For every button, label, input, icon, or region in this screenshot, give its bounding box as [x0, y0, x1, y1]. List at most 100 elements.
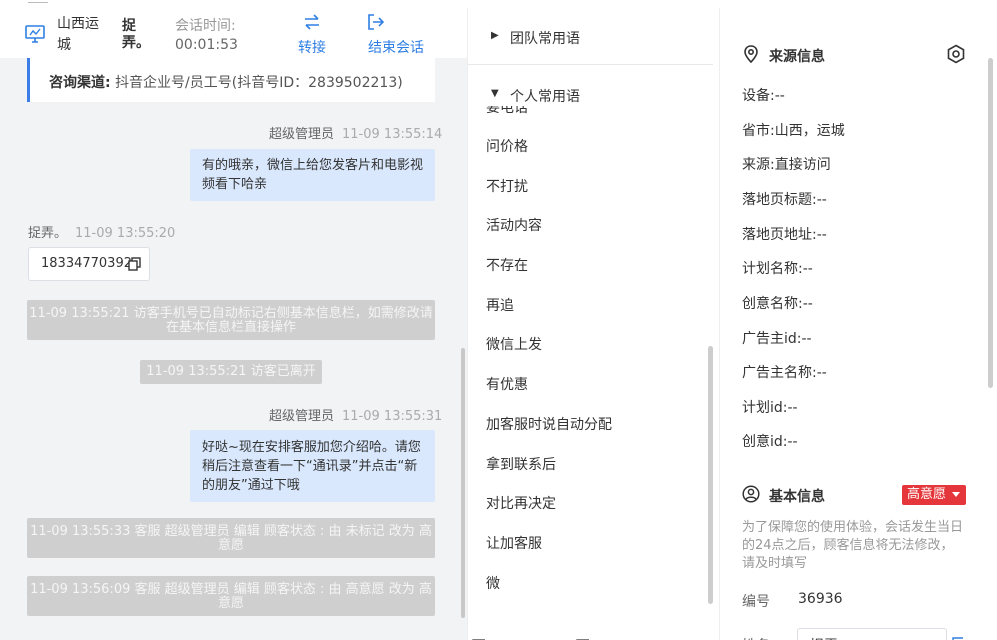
- transfer-label: 转接: [298, 40, 326, 56]
- info-row-device: 设备:--: [742, 85, 785, 105]
- user-circle-icon: [742, 485, 760, 503]
- source-info-label: 来源信息: [769, 49, 825, 65]
- channel-card: 咨询渠道: 抖音企业号/员工号(抖音号ID：2839502213): [27, 58, 435, 102]
- customer-id-value: 36936: [798, 591, 843, 607]
- sender-name: 超级管理员: [269, 409, 335, 424]
- transfer-icon: [305, 14, 319, 30]
- info-row-advertiser-id: 广告主id:--: [742, 328, 812, 348]
- visitor-region: 山西运城: [57, 16, 99, 53]
- info-label: 落地页地址:: [742, 227, 817, 243]
- system-message: 11-09 13:55:21 访客手机号已自动标记右侧基本信息栏，如需修改请在基…: [27, 300, 435, 340]
- message-list[interactable]: 咨询渠道: 抖音企业号/员工号(抖音号ID：2839502213) 超级管理员 1…: [0, 58, 460, 640]
- team-phrases-label: 团队常用语: [510, 31, 580, 47]
- phrase-scrollbar[interactable]: [708, 346, 713, 604]
- exit-icon: [368, 14, 384, 30]
- caret-right-icon: ▶: [491, 30, 499, 41]
- visitor-name: 捉弄。: [122, 18, 150, 51]
- message-time: 11-09 13:55:31: [342, 409, 443, 424]
- info-row-source: 来源:直接访问: [742, 154, 831, 174]
- info-value: --: [787, 434, 798, 450]
- edit-notice: 为了保障您的使用体验，会话发生当日的24点之后，顾客信息将无法修改，请及时填写: [742, 520, 964, 571]
- source-info-title: 来源信息: [742, 45, 825, 66]
- info-label: 落地页标题:: [742, 192, 817, 208]
- phrase-item[interactable]: 微: [486, 573, 706, 613]
- phrase-item[interactable]: 活动内容: [486, 215, 706, 255]
- caret-down-icon: [952, 492, 960, 497]
- phrase-item[interactable]: 问价格: [486, 136, 706, 176]
- customer-name-input[interactable]: 捉弄: [797, 628, 947, 640]
- info-value: --: [774, 88, 785, 104]
- info-row-creative-name: 创意名称:--: [742, 293, 813, 313]
- location-icon: [744, 45, 758, 63]
- phrase-item[interactable]: 微信上发: [486, 334, 706, 374]
- info-value: --: [816, 192, 827, 208]
- info-value: --: [801, 331, 812, 347]
- customer-id-label: 编号: [742, 594, 770, 610]
- message-time: 11-09 13:55:20: [75, 226, 176, 241]
- message-sender-line: 超级管理员 11-09 13:55:14: [269, 123, 442, 142]
- settings-icon[interactable]: [946, 44, 966, 64]
- info-value: --: [816, 227, 827, 243]
- info-value: --: [802, 261, 813, 277]
- message-sender-line: 超级管理员 11-09 13:55:31: [269, 405, 442, 424]
- intent-status-dropdown[interactable]: 高意愿: [902, 485, 966, 505]
- info-value: --: [816, 365, 827, 381]
- personal-phrases-label: 个人常用语: [510, 89, 580, 105]
- visitor-phone-message: 18334770392: [28, 247, 150, 281]
- info-label: 创意id:: [742, 434, 788, 450]
- phrase-item[interactable]: 加客服时说自动分配: [486, 414, 706, 454]
- agent-message-bubble: 好哒~现在安排客服加您介绍哈。请您稍后注意查看一下“通讯录”并点击“新的朋友”通…: [190, 430, 435, 502]
- info-row-landing-url: 落地页地址:--: [742, 224, 827, 244]
- session-time-label: 会话时间:: [175, 18, 236, 34]
- phrase-item-partial[interactable]: 要电话: [486, 106, 528, 114]
- phrase-item[interactable]: 不存在: [486, 255, 706, 295]
- chat-scrollbar[interactable]: [461, 348, 465, 618]
- info-row-plan-id: 计划id:--: [742, 397, 798, 417]
- customer-name-label: 姓名: [742, 635, 770, 640]
- system-message: 11-09 13:55:33 客服 超级管理员 编辑 顾客状态 : 由 未标记 …: [27, 518, 435, 558]
- personal-phrases-group[interactable]: ▼ 个人常用语: [468, 74, 713, 131]
- info-value: 山西，运城: [774, 123, 845, 139]
- info-label: 来源:: [742, 157, 775, 173]
- phrase-item[interactable]: 让加客服: [486, 533, 706, 573]
- team-phrases-group[interactable]: ▶ 团队常用语: [468, 8, 713, 65]
- info-row-advertiser-name: 广告主名称:--: [742, 362, 827, 382]
- phrase-item[interactable]: 有优惠: [486, 374, 706, 414]
- info-label: 计划名称:: [742, 261, 803, 277]
- channel-label: 咨询渠道:: [49, 75, 111, 91]
- agent-message-bubble: 有的哦亲，微信上给您发客片和电影视频看下哈亲: [190, 149, 435, 201]
- info-value: 直接访问: [774, 157, 831, 173]
- message-sender-line: 捉弄。 11-09 13:55:20: [28, 222, 175, 241]
- sender-name: 超级管理员: [269, 127, 335, 142]
- customer-info-panel: 来源信息 设备:-- 省市:山西，运城 来源:直接访问 落地页标题:-- 落地页…: [719, 8, 997, 640]
- intent-status-label: 高意愿: [907, 487, 947, 502]
- system-message: 11-09 13:56:09 客服 超级管理员 编辑 顾客状态 : 由 高意愿 …: [27, 576, 435, 616]
- phrase-item[interactable]: 再追: [486, 295, 706, 335]
- phrase-item[interactable]: 对比再决定: [486, 493, 706, 533]
- chat-panel: 山西运城 捉弄。 会话时间: 00:01:53 转接 结束会话 咨询渠道: 抖音…: [0, 8, 467, 640]
- info-row-plan-name: 计划名称:--: [742, 258, 813, 278]
- info-row-creative-id: 创意id:--: [742, 431, 798, 451]
- end-session-button[interactable]: 结束会话: [368, 13, 430, 57]
- transfer-button[interactable]: 转接: [296, 13, 328, 57]
- info-scrollbar[interactable]: [988, 58, 993, 388]
- info-label: 广告主名称:: [742, 365, 817, 381]
- message-time: 11-09 13:55:14: [342, 127, 443, 142]
- info-label: 计划id:: [742, 400, 788, 416]
- system-message: 11-09 13:55:21 访客已离开: [140, 360, 322, 384]
- top-mark: [28, 0, 48, 3]
- info-label: 广告主id:: [742, 331, 802, 347]
- phrase-item[interactable]: 拿到联系后: [486, 454, 706, 494]
- sender-name: 捉弄。: [28, 226, 68, 241]
- quick-phrases-panel: ▶ 团队常用语 ▼ 个人常用语 要电话 问价格 不打扰 活动内容 不存在 再追 …: [467, 8, 719, 640]
- phrase-item[interactable]: 不打扰: [486, 176, 706, 216]
- edit-icon[interactable]: [952, 636, 964, 640]
- phrase-list: 问价格 不打扰 活动内容 不存在 再追 微信上发 有优惠 加客服时说自动分配 拿…: [486, 136, 706, 612]
- info-label: 创意名称:: [742, 296, 803, 312]
- top-strip: [0, 0, 997, 8]
- phone-number: 18334770392: [41, 256, 132, 271]
- copy-icon[interactable]: [128, 257, 141, 271]
- info-value: --: [787, 400, 798, 416]
- info-row-landing-title: 落地页标题:--: [742, 189, 827, 209]
- session-time-value: 00:01:53: [175, 37, 238, 53]
